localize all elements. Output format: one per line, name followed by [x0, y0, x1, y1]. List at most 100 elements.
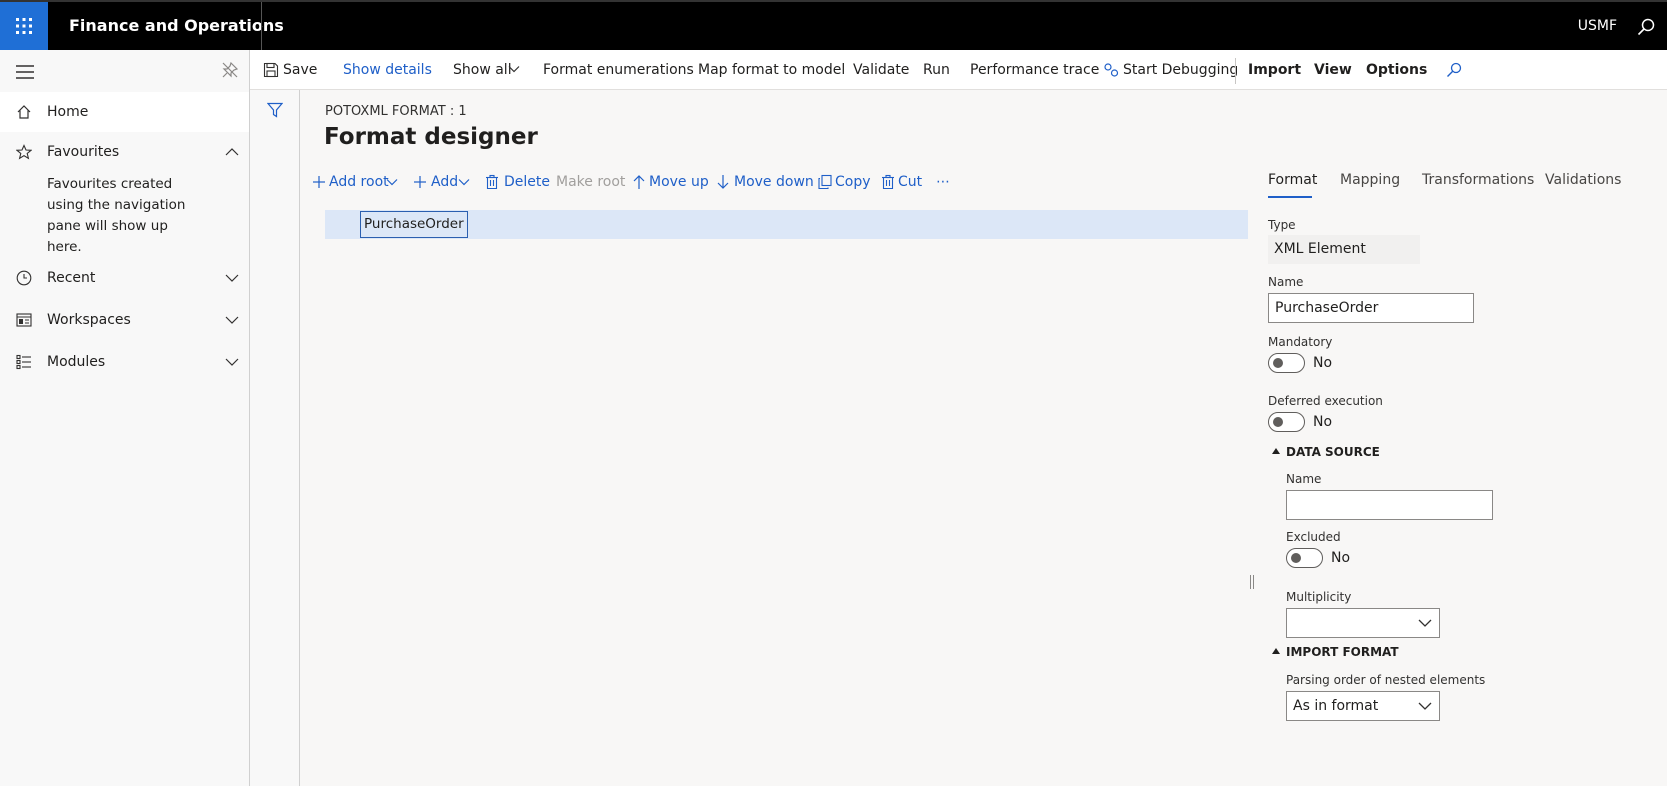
top-bar: Finance and Operations USMF [0, 0, 1667, 50]
breadcrumb: POTOXML FORMAT : 1 [325, 104, 467, 119]
favourites-empty-note: Favourites created using the navigation … [47, 176, 186, 255]
app-title[interactable]: Finance and Operations [69, 2, 284, 50]
sidebar-item-home[interactable]: Home [0, 92, 249, 132]
map-format-to-model-button[interactable]: Map format to model [698, 50, 845, 90]
format-enumerations-button[interactable]: Format enumerations [543, 50, 694, 90]
mandatory-toggle[interactable] [1268, 353, 1305, 373]
data-source-name-field[interactable] [1286, 490, 1493, 520]
more-options-button[interactable]: ⋯ [936, 172, 950, 192]
save-icon [263, 62, 279, 78]
title-divider [261, 2, 262, 50]
cut-button[interactable]: Cut [898, 172, 922, 192]
action-pane-divider [1235, 58, 1236, 84]
chevron-down-icon[interactable] [458, 176, 470, 188]
chevron-down-icon[interactable] [508, 63, 520, 75]
hamburger-icon[interactable] [16, 64, 34, 80]
run-button[interactable]: Run [923, 50, 950, 90]
parsing-order-label: Parsing order of nested elements [1286, 673, 1486, 687]
pin-icon[interactable] [222, 62, 238, 78]
save-button[interactable]: Save [283, 50, 317, 90]
validate-button[interactable]: Validate [853, 50, 909, 90]
company-picker[interactable]: USMF [1578, 2, 1617, 50]
copy-icon [818, 174, 832, 190]
navigation-pane: Home Favourites Favourites created using… [0, 50, 250, 786]
collapse-triangle-icon[interactable] [1272, 448, 1280, 454]
tree-node-selected[interactable]: PurchaseOrder [360, 211, 468, 238]
chevron-up-icon[interactable] [225, 145, 239, 159]
view-tab[interactable]: View [1314, 50, 1352, 90]
sidebar-item-favourites[interactable]: Favourites [0, 132, 249, 172]
plus-icon [414, 176, 426, 188]
search-icon[interactable] [1637, 18, 1655, 36]
move-down-button[interactable]: Move down [734, 172, 814, 192]
type-label: Type [1268, 218, 1296, 232]
active-tab-indicator [1268, 196, 1312, 198]
clock-icon [16, 270, 32, 286]
app-launcher-button[interactable] [0, 2, 48, 50]
parsing-order-value: As in format [1293, 698, 1379, 714]
import-tab[interactable]: Import [1248, 50, 1301, 90]
import-format-header[interactable]: IMPORT FORMAT [1286, 645, 1399, 659]
excluded-toggle[interactable] [1286, 548, 1323, 568]
chevron-down-icon[interactable] [225, 271, 239, 285]
collapse-triangle-icon[interactable] [1272, 648, 1280, 654]
chevron-down-icon[interactable] [225, 355, 239, 369]
mandatory-value: No [1313, 355, 1333, 371]
tab-validations[interactable]: Validations [1545, 172, 1621, 188]
show-all-button[interactable]: Show all [453, 50, 512, 90]
options-tab[interactable]: Options [1366, 50, 1427, 90]
filter-icon[interactable] [267, 102, 283, 118]
main-content: POTOXML FORMAT : 1 Format designer Add r… [300, 90, 1667, 786]
excluded-label: Excluded [1286, 530, 1341, 544]
filter-pane-strip [250, 90, 300, 786]
mandatory-label: Mandatory [1268, 335, 1333, 349]
add-root-button[interactable]: Add root [329, 172, 389, 192]
delete-button[interactable]: Delete [504, 172, 550, 192]
deferred-execution-toggle[interactable] [1268, 412, 1305, 432]
pane-splitter[interactable] [1250, 575, 1254, 589]
waffle-icon [16, 18, 32, 34]
copy-button[interactable]: Copy [835, 172, 871, 192]
data-source-name-label: Name [1286, 472, 1322, 486]
tab-format[interactable]: Format [1268, 172, 1317, 188]
add-button[interactable]: Add [431, 172, 458, 192]
parsing-order-select[interactable]: As in format [1286, 691, 1440, 721]
tab-mapping[interactable]: Mapping [1340, 172, 1400, 188]
show-details-button[interactable]: Show details [343, 50, 432, 90]
deferred-execution-value: No [1313, 414, 1333, 430]
page-title: Format designer [324, 124, 538, 150]
move-up-button[interactable]: Move up [649, 172, 709, 192]
make-root-button[interactable]: Make root [556, 172, 625, 192]
tab-transformations[interactable]: Transformations [1422, 172, 1534, 188]
sidebar-item-label: Modules [47, 354, 106, 370]
trash-icon [486, 174, 498, 190]
trash-icon [882, 174, 894, 190]
start-debugging-button[interactable]: Start Debugging [1123, 50, 1238, 90]
chevron-down-icon [1418, 619, 1432, 627]
sidebar-item-recent[interactable]: Recent [0, 258, 249, 298]
debug-icon [1104, 63, 1119, 77]
multiplicity-select[interactable] [1286, 608, 1440, 638]
chevron-down-icon[interactable] [386, 176, 398, 188]
deferred-execution-label: Deferred execution [1268, 394, 1383, 408]
performance-trace-button[interactable]: Performance trace [970, 50, 1099, 90]
arrow-up-icon [633, 175, 645, 189]
sidebar-item-workspaces[interactable]: Workspaces [0, 300, 249, 340]
sidebar-item-modules[interactable]: Modules [0, 342, 249, 382]
star-icon [16, 144, 32, 160]
arrow-down-icon [717, 175, 729, 189]
name-field[interactable]: PurchaseOrder [1268, 293, 1474, 323]
search-icon[interactable] [1446, 62, 1462, 78]
sidebar-item-label: Favourites [47, 144, 120, 160]
tree-row[interactable]: PurchaseOrder [325, 210, 1248, 239]
type-value: XML Element [1268, 235, 1420, 264]
name-label: Name [1268, 275, 1304, 289]
sidebar-item-label: Home [47, 104, 89, 120]
sidebar-item-label: Workspaces [47, 312, 131, 328]
data-source-header[interactable]: DATA SOURCE [1286, 445, 1380, 459]
chevron-down-icon[interactable] [225, 313, 239, 327]
toggle-knob [1291, 553, 1301, 563]
plus-icon [313, 176, 325, 188]
workspace-icon [16, 313, 32, 327]
home-icon [17, 105, 31, 119]
